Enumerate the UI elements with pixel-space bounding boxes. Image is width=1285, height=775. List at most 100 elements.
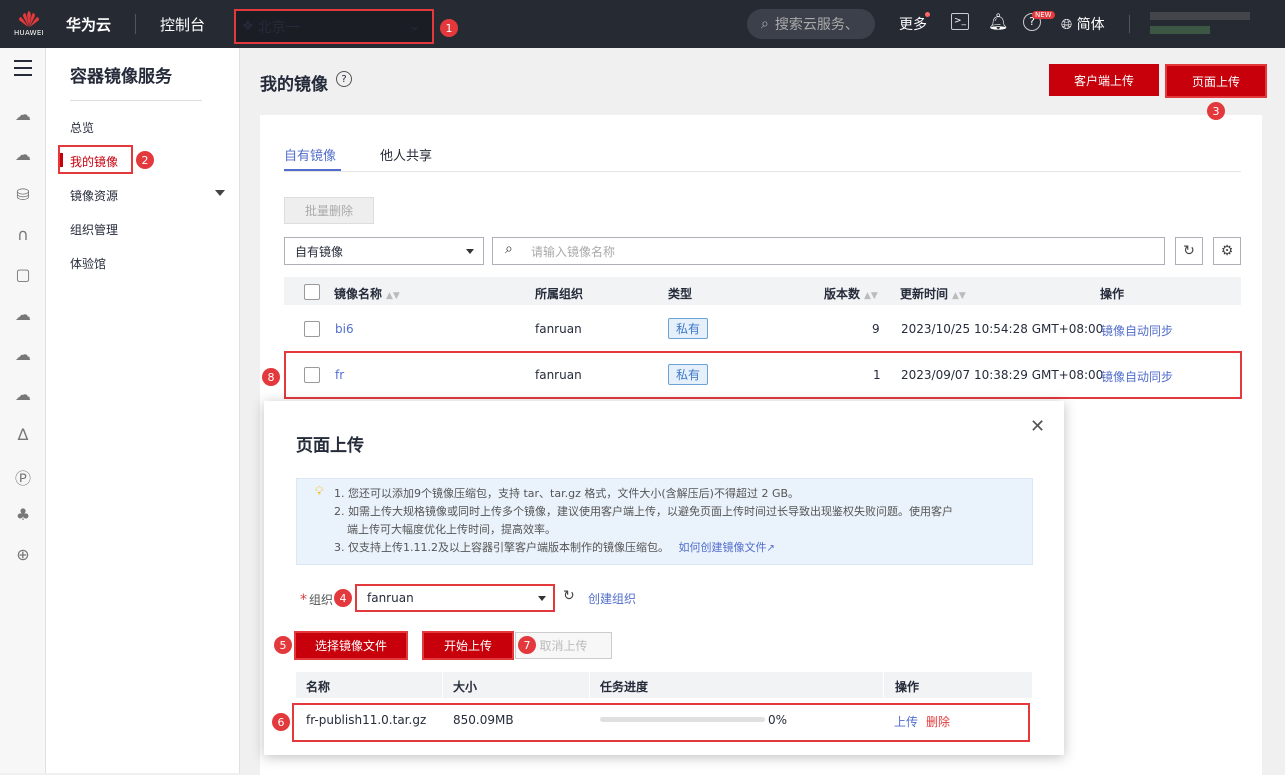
terminal-icon[interactable]: >_ [951,13,969,30]
external-link-icon: ↗ [766,543,775,554]
image-name-link[interactable]: bi6 [335,322,354,336]
caret-down-icon [538,596,546,601]
cloud-server-icon[interactable]: ☁︎ [13,105,33,125]
cloud-dots-icon[interactable]: ☁︎ [13,145,33,165]
org-cell: fanruan [535,322,582,336]
step-marker-2: 2 [136,151,154,169]
close-icon[interactable]: ✕ [1030,416,1045,437]
col-versions[interactable]: 版本数 ▲▼ [824,285,878,302]
search-icon: ⌕ [761,16,769,32]
step-marker-3: 3 [1207,102,1225,120]
divider [70,100,202,101]
global-web-icon[interactable]: ⊕ [13,545,33,565]
region-selector[interactable]: ❖ 北京一 ⌄ [234,9,434,44]
tab-divider [284,171,1241,172]
col-image-name[interactable]: 镜像名称 ▲▼ [334,285,400,302]
org-select-value: fanruan [367,591,414,605]
step-marker-8: 8 [262,368,280,386]
step-marker-5: 5 [274,636,292,654]
auto-sync-link[interactable]: 镜像自动同步 [1101,322,1173,339]
column-divider [442,672,443,698]
image-search-input[interactable]: 请输入镜像名称 [492,237,1165,265]
search-placeholder: 请输入镜像名称 [531,244,616,259]
select-all-checkbox[interactable] [304,284,320,300]
create-org-link[interactable]: 创建组织 [588,590,636,607]
versions-cell: 9 [872,322,880,336]
storage-icon[interactable]: ▢ [13,265,33,285]
cloud-upload-icon[interactable]: ☁︎ [13,345,33,365]
column-divider [589,672,590,698]
sort-icon[interactable]: ▲▼ [386,291,400,301]
upload-dialog [264,401,1064,755]
cloud-sync-icon[interactable]: ☁︎ [13,305,33,325]
database-icon[interactable]: ⛁ [13,185,33,205]
region-value: 北京一 [257,19,300,36]
tab-own-images[interactable]: 自有镜像 [284,145,336,164]
more-menu[interactable]: 更多 [899,14,927,34]
logo-text: HUAWEI [13,29,44,37]
col-name: 名称 [306,680,331,694]
select-file-button[interactable]: 选择镜像文件 [294,631,408,660]
notice-line-3: 端上传可大幅度优化上传时间，提高效率。 [347,523,556,536]
user-account[interactable] [1150,10,1260,36]
batch-delete-button[interactable]: 批量删除 [284,197,374,224]
sort-icon[interactable]: ▲▼ [952,291,966,301]
service-search[interactable]: ⌕ 搜索云服务、 [747,9,875,39]
help-icon[interactable]: ? [336,71,352,87]
org-select[interactable]: fanruan [355,584,555,612]
col-action: 操作 [1100,287,1125,301]
huawei-flower-icon [19,11,39,27]
console-link[interactable]: 控制台 [160,14,205,35]
required-asterisk: * [300,592,307,608]
globe-icon: 🌐︎ [1061,17,1073,33]
step-marker-1: 1 [440,19,458,37]
step-marker-4: 4 [334,589,352,607]
sort-icon[interactable]: ▲▼ [864,291,878,301]
tab-shared-images[interactable]: 他人共享 [380,145,432,164]
image-filter-select[interactable]: 自有镜像 [284,237,484,265]
expand-caret-icon[interactable] [215,190,225,196]
col-organization: 所属组织 [535,287,584,301]
row-checkbox[interactable] [304,321,320,337]
col-updated[interactable]: 更新时间 ▲▼ [900,285,966,302]
mountain-icon[interactable]: ∩ [13,225,33,245]
brand-name[interactable]: 华为云 [66,14,111,35]
settings-button[interactable]: ⚙ [1213,237,1241,265]
updated-cell: 2023/10/25 10:54:28 GMT+08:00 [901,322,1104,336]
language-switch[interactable]: 🌐︎ 简体 [1061,14,1105,34]
notice-line-4: 3. 仅支持上传1.11.2及以上容器引擎客户端版本制作的镜像压缩包。 如何创建… [334,541,775,554]
refresh-icon[interactable]: ↻ [563,588,575,604]
client-upload-button[interactable]: 客户端上传 [1049,64,1159,96]
file-name: fr-publish11.0.tar.gz [306,713,427,727]
highlight-box [284,351,1242,399]
delete-link[interactable]: 删除 [926,713,950,730]
refresh-button[interactable]: ↻ [1175,237,1203,265]
dialog-title: 页面上传 [296,436,364,456]
nav-org-management[interactable]: 组织管理 [70,221,118,238]
page-upload-button[interactable]: 页面上传 [1165,64,1267,98]
start-upload-button[interactable]: 开始上传 [422,631,514,660]
topbar-divider [1129,15,1130,33]
search-icon: ⌕ [505,241,513,257]
bell-icon[interactable]: 🔔︎ [988,12,1008,31]
column-divider [883,672,884,698]
cloud-gauge-icon[interactable]: ☁︎ [13,385,33,405]
nav-experience-hall[interactable]: 体验馆 [70,255,106,272]
how-to-create-image-link[interactable]: 如何创建镜像文件 [678,541,766,554]
cluster-icon[interactable]: ♣︎ [13,505,33,525]
ip-icon[interactable]: Ⓟ [13,465,33,488]
network-icon[interactable]: ∆ [13,425,33,445]
col-type: 类型 [668,287,693,301]
progress-bar [600,717,765,722]
notice-line-1: 1. 您还可以添加9个镜像压缩包，支持 tar、tar.gz 格式，文件大小(含… [334,487,800,500]
nav-image-resources[interactable]: 镜像资源 [70,187,118,204]
huawei-logo[interactable]: HUAWEI [0,0,58,48]
col-action: 操作 [895,680,920,694]
menu-icon[interactable] [14,60,32,81]
chevron-down-icon: ⌄ [409,19,420,34]
upload-link[interactable]: 上传 [894,713,918,730]
step-marker-6: 6 [272,713,290,731]
notice-line-2: 2. 如需上传大规格镜像或同时上传多个镜像，建议使用客户端上传，以避免页面上传时… [334,505,953,518]
refresh-icon: ↻ [1183,243,1195,259]
nav-overview[interactable]: 总览 [70,119,94,136]
